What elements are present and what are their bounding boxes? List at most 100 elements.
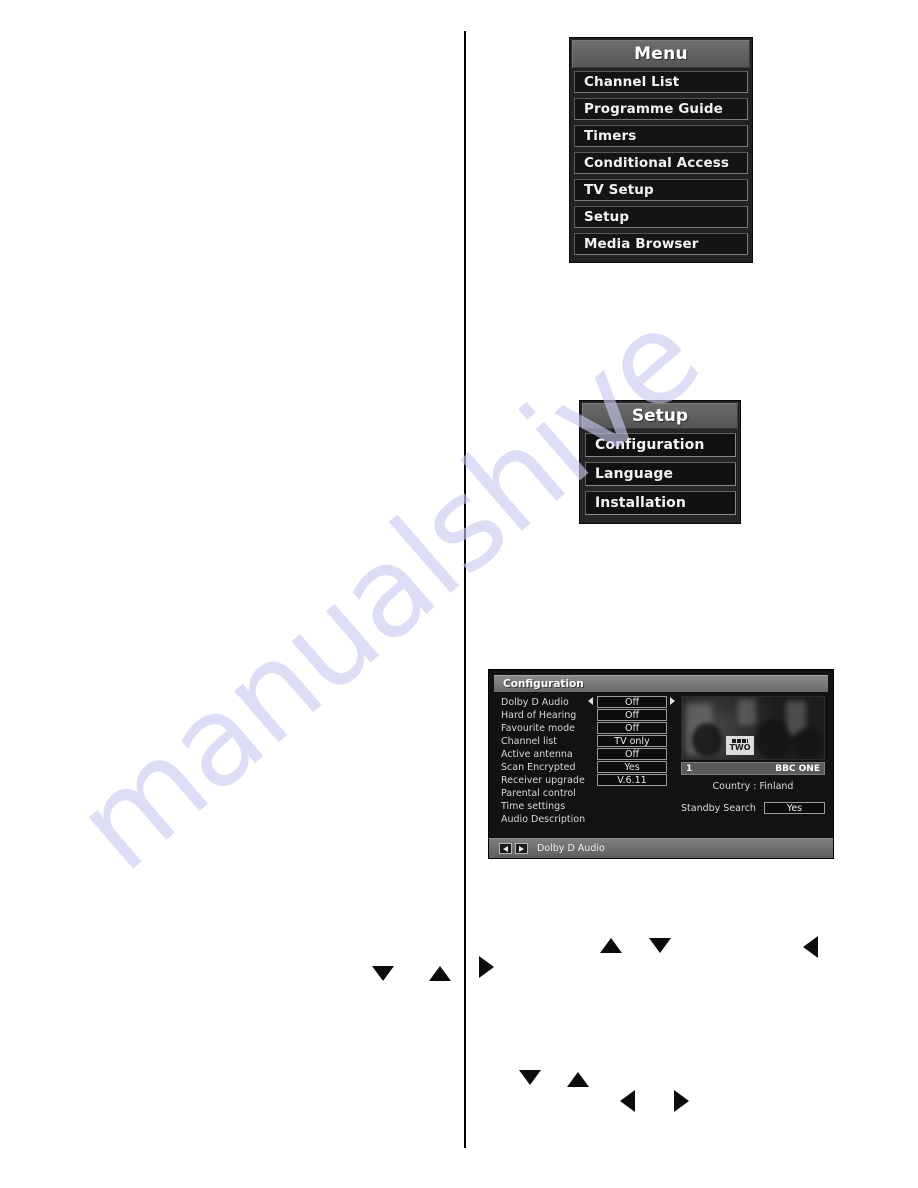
- setup-item-label: Installation: [595, 495, 686, 511]
- setting-value: Off: [624, 748, 640, 760]
- menu-item-conditional-access[interactable]: Conditional Access: [574, 152, 748, 174]
- setting-label: Parental control: [501, 788, 576, 799]
- page-watermark: manualshive: [0, 0, 918, 1188]
- setting-value: Off: [624, 722, 640, 734]
- preview-highlight: [738, 699, 756, 725]
- setting-value: V.6.11: [617, 774, 647, 786]
- menu-panel-items: Channel List Programme Guide Timers Cond…: [570, 71, 752, 264]
- arrow-left-rc-1: [803, 936, 818, 958]
- setting-label: Audio Description: [501, 814, 586, 825]
- right-arrow-icon[interactable]: [515, 843, 528, 854]
- setting-value: Off: [624, 696, 640, 708]
- setting-value-box[interactable]: Off: [597, 709, 667, 721]
- menu-panel-title: Menu: [572, 40, 750, 68]
- column-divider: [464, 31, 466, 1148]
- setting-row-time-settings[interactable]: Time settings: [501, 800, 669, 813]
- setting-value: Off: [624, 709, 640, 721]
- left-arrow-icon[interactable]: [499, 843, 512, 854]
- menu-item-label: Programme Guide: [584, 101, 723, 117]
- configuration-title-text: Configuration: [503, 678, 584, 690]
- menu-item-tv-setup[interactable]: TV Setup: [574, 179, 748, 201]
- setup-panel-title-text: Setup: [631, 406, 689, 426]
- setup-panel-title: Setup: [582, 403, 738, 429]
- menu-item-label: Timers: [584, 128, 637, 144]
- setting-label: Hard of Hearing: [501, 710, 577, 721]
- configuration-preview-column: TWO 1 BBC ONE Country : Finland Standby …: [681, 696, 825, 814]
- setting-label: Receiver upgrade: [501, 775, 585, 786]
- setting-row-active-antenna[interactable]: Active antenna Off: [501, 748, 669, 761]
- left-arrow-glyph: [503, 845, 508, 852]
- setting-label: Time settings: [501, 801, 566, 812]
- setting-row-favourite-mode[interactable]: Favourite mode Off: [501, 722, 669, 735]
- setting-row-parental-control[interactable]: Parental control: [501, 787, 669, 800]
- setting-value-box[interactable]: V.6.11: [597, 774, 667, 786]
- bbc-two-logo: TWO: [726, 736, 754, 755]
- arrow-up-rc-1: [600, 938, 622, 953]
- setting-value-box[interactable]: Off: [597, 748, 667, 760]
- arrow-left-rc-2: [620, 1090, 635, 1112]
- arrow-down-left-col: [372, 966, 394, 981]
- standby-search-value-box[interactable]: Yes: [763, 802, 825, 814]
- tv-preview-thumbnail: TWO: [681, 696, 825, 760]
- setup-panel-items: Configuration Language Installation: [580, 433, 740, 524]
- footer-hint-text: Dolby D Audio: [537, 843, 605, 854]
- setting-row-scan-encrypted[interactable]: Scan Encrypted Yes: [501, 761, 669, 774]
- channel-logo-text: TWO: [729, 743, 751, 752]
- setting-label: Scan Encrypted: [501, 762, 576, 773]
- country-line: Country : Finland: [712, 781, 794, 792]
- menu-item-setup[interactable]: Setup: [574, 206, 748, 228]
- setup-item-configuration[interactable]: Configuration: [585, 433, 736, 457]
- preview-shape: [756, 719, 790, 759]
- arrow-up-left-col: [429, 966, 451, 981]
- setup-item-installation[interactable]: Installation: [585, 491, 736, 515]
- menu-item-programme-guide[interactable]: Programme Guide: [574, 98, 748, 120]
- setting-row-hard-of-hearing[interactable]: Hard of Hearing Off: [501, 709, 669, 722]
- right-arrow-icon[interactable]: [670, 697, 675, 705]
- setup-item-language[interactable]: Language: [585, 462, 736, 486]
- arrow-down-rc-2: [519, 1070, 541, 1085]
- standby-search-value: Yes: [786, 802, 803, 814]
- channel-number: 1: [686, 763, 693, 774]
- channel-info-bar: 1 BBC ONE: [681, 762, 825, 775]
- menu-item-label: Conditional Access: [584, 155, 729, 171]
- setting-value: Yes: [624, 761, 640, 773]
- configuration-title-bar: Configuration: [494, 675, 828, 692]
- setting-label: Active antenna: [501, 749, 573, 760]
- configuration-panel: Configuration Dolby D Audio Off Hard of …: [488, 669, 834, 859]
- setting-row-dolby-d-audio[interactable]: Dolby D Audio Off: [501, 696, 675, 709]
- setting-row-receiver-upgrade[interactable]: Receiver upgrade V.6.11: [501, 774, 669, 787]
- menu-item-media-browser[interactable]: Media Browser: [574, 233, 748, 255]
- setup-item-label: Configuration: [595, 437, 705, 453]
- setting-value-box[interactable]: Yes: [597, 761, 667, 773]
- setting-value: TV only: [614, 735, 650, 747]
- setting-label: Channel list: [501, 736, 557, 747]
- menu-item-label: TV Setup: [584, 182, 654, 198]
- setup-item-label: Language: [595, 466, 674, 482]
- setup-panel: Setup Configuration Language Installatio…: [579, 400, 741, 524]
- setting-row-audio-description[interactable]: Audio Description: [501, 813, 669, 826]
- configuration-footer-bar: Dolby D Audio: [489, 838, 833, 858]
- setting-row-channel-list[interactable]: Channel list TV only: [501, 735, 669, 748]
- menu-item-label: Setup: [584, 209, 630, 225]
- arrow-down-rc-1: [649, 938, 671, 953]
- preview-shape: [794, 727, 822, 759]
- standby-search-row[interactable]: Standby Search Yes: [681, 802, 825, 814]
- left-arrow-icon[interactable]: [588, 697, 593, 705]
- arrow-up-rc-2: [567, 1072, 589, 1087]
- menu-item-label: Media Browser: [584, 236, 699, 252]
- setting-value-box[interactable]: TV only: [597, 735, 667, 747]
- channel-name: BBC ONE: [775, 763, 820, 774]
- menu-panel: Menu Channel List Programme Guide Timers…: [569, 37, 753, 263]
- menu-item-timers[interactable]: Timers: [574, 125, 748, 147]
- preview-shape: [692, 723, 722, 757]
- setting-value-box[interactable]: Off: [597, 696, 667, 708]
- setting-label: Dolby D Audio: [501, 697, 569, 708]
- arrow-right-rc-2: [674, 1090, 689, 1112]
- menu-panel-title-text: Menu: [634, 44, 688, 64]
- setting-value-box[interactable]: Off: [597, 722, 667, 734]
- menu-item-channel-list[interactable]: Channel List: [574, 71, 748, 93]
- right-arrow-glyph: [519, 845, 524, 852]
- arrow-right-rc-1: [479, 956, 494, 978]
- configuration-settings-list: Dolby D Audio Off Hard of Hearing Off Fa…: [501, 696, 675, 826]
- standby-search-label: Standby Search: [681, 802, 756, 814]
